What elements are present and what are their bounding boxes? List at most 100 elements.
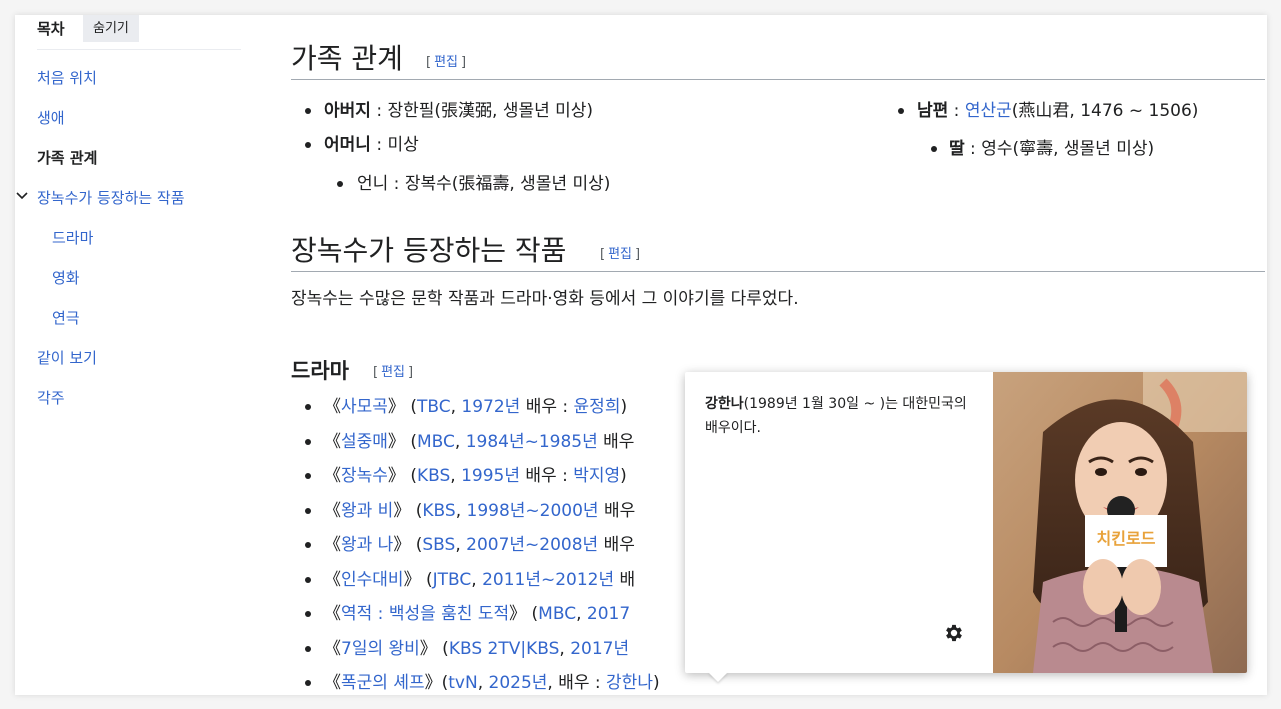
drama-year-link[interactable]: 2007년~2008년 (466, 535, 598, 555)
bullet (337, 181, 343, 187)
drama-network-link[interactable]: SBS (422, 535, 455, 555)
drama-title-link[interactable]: 폭군의 셰프 (341, 673, 425, 693)
drama-year-link[interactable]: 1972년 (461, 397, 520, 417)
edit-link[interactable]: 편집 (378, 365, 408, 380)
drama-list-item: 《인수대비》 (JTBC, 2011년~2012년 배 (324, 568, 635, 592)
drama-bracket-open: 《 (324, 570, 341, 590)
table-of-contents: 목차 숨기기 처음 위치 생애 가족 관계 장녹수가 등장하는 작품 드라마 영… (15, 15, 241, 695)
edit-link[interactable]: 편집 (605, 247, 635, 262)
drama-network-link[interactable]: tvN (448, 673, 477, 693)
drama-rest-text: 배우 (598, 501, 636, 521)
drama-actor-link[interactable]: 윤정희 (574, 397, 621, 417)
edit-link[interactable]: 편집 (431, 55, 461, 70)
toc-item-biography[interactable]: 생애 (37, 108, 65, 128)
toc-item-drama[interactable]: 드라마 (52, 228, 93, 248)
drama-bracket-open: 《 (324, 432, 341, 452)
drama-network-link[interactable]: KBS (422, 501, 455, 521)
link-yeonsangun[interactable]: 연산군 (965, 101, 1012, 121)
popup-summary: 강한나(1989년 1월 30일 ~ )는 대한민국의 배우이다. (705, 392, 975, 440)
drama-list-item: 《왕과 나》 (SBS, 2007년~2008년 배우 (324, 533, 635, 557)
drama-network-link[interactable]: TBC (417, 397, 451, 417)
drama-list-item: 《폭군의 셰프》(tvN, 2025년, 배우 : 강한나) (324, 671, 660, 695)
bullet (898, 108, 904, 114)
drama-year-link[interactable]: 1998년~2000년 (467, 501, 599, 521)
bullet (931, 146, 937, 152)
family-husband: 남편 : 연산군(燕山君, 1476 ~ 1506) (917, 101, 1199, 121)
gear-icon[interactable] (943, 622, 965, 644)
drama-year-link[interactable]: 2025년 (489, 673, 548, 693)
drama-bracket-open: 《 (324, 639, 341, 659)
drama-title-link[interactable]: 역적 : 백성을 훔친 도적 (341, 604, 509, 624)
drama-separator: , (450, 397, 462, 417)
drama-year-link[interactable]: 2017년 (570, 639, 629, 659)
drama-bracket-open: 《 (324, 466, 341, 486)
drama-year-link[interactable]: 1984년~1985년 (466, 432, 598, 452)
drama-bracket-close: 》 ( (387, 432, 417, 452)
bullet (305, 404, 311, 410)
drama-year-link[interactable]: 1995년 (461, 466, 520, 486)
drama-separator: , (455, 501, 467, 521)
drama-year-link[interactable]: 2017 (587, 604, 630, 624)
drama-list-item: 《7일의 왕비》 (KBS 2TV|KBS, 2017년 (324, 637, 629, 661)
drama-rest-text: 배우 : (520, 466, 574, 486)
heading-family: 가족 관계 [편집] (291, 35, 1265, 80)
drama-separator: , (559, 639, 571, 659)
drama-separator: , (471, 570, 483, 590)
bullet (305, 577, 311, 583)
drama-title-link[interactable]: 사모곡 (341, 397, 388, 417)
drama-actor-link[interactable]: 박지영 (573, 466, 620, 486)
drama-bracket-end: ) (652, 673, 660, 693)
toc-header: 목차 숨기기 (37, 15, 241, 50)
person-photo: 치킨로드 (993, 372, 1247, 673)
drama-separator: , (477, 673, 489, 693)
drama-rest-text: 배우 : (520, 397, 574, 417)
drama-title-link[interactable]: 왕과 나 (341, 535, 393, 555)
toc-item-theatre[interactable]: 연극 (52, 308, 80, 328)
drama-bracket-open: 《 (324, 535, 341, 555)
toc-item-footnotes[interactable]: 각주 (37, 388, 65, 408)
family-mother: 어머니 : 미상 (324, 135, 419, 155)
article-frame: 목차 숨기기 처음 위치 생애 가족 관계 장녹수가 등장하는 작품 드라마 영… (15, 15, 1267, 695)
popup-thumbnail[interactable]: 치킨로드 (993, 372, 1247, 673)
bullet (305, 508, 311, 514)
edit-section-works: [편집] (600, 247, 641, 262)
article-content: 가족 관계 [편집] 아버지 : 장한필(張漢弼, 생몰년 미상) 어머니 : … (291, 15, 1267, 695)
edit-section-drama: [편집] (373, 365, 414, 380)
drama-network-link[interactable]: KBS (417, 466, 450, 486)
drama-title-link[interactable]: 장녹수 (341, 466, 388, 486)
drama-network-link[interactable]: MBC (417, 432, 455, 452)
drama-bracket-end: ) (620, 466, 627, 486)
drama-network-link[interactable]: JTBC (433, 570, 472, 590)
drama-title-link[interactable]: 인수대비 (341, 570, 404, 590)
heading-drama: 드라마 (291, 359, 349, 383)
drama-network-link[interactable]: KBS 2TV|KBS (449, 639, 560, 659)
heading-works: 장녹수가 등장하는 작품 [편집] (291, 227, 1265, 272)
chevron-down-icon[interactable] (15, 189, 29, 203)
family-daughter: 딸 : 영수(寧壽, 생몰년 미상) (949, 139, 1155, 159)
toc-item-see-also[interactable]: 같이 보기 (37, 348, 97, 368)
toc-item-family[interactable]: 가족 관계 (37, 148, 97, 168)
drama-rest-text: , 배우 : (547, 673, 607, 693)
bullet (305, 680, 311, 686)
drama-bracket-close: 》 ( (393, 501, 423, 521)
drama-title-link[interactable]: 설중매 (341, 432, 388, 452)
drama-bracket-end: ) (620, 397, 628, 417)
page-preview-popup[interactable]: 강한나(1989년 1월 30일 ~ )는 대한민국의 배우이다. 치킨로드 (685, 372, 1247, 673)
toc-hide-button[interactable]: 숨기기 (83, 15, 139, 42)
toc-item-top[interactable]: 처음 위치 (37, 68, 97, 88)
mic-flag-logo: 치킨로드 (1097, 529, 1156, 548)
drama-list-item: 《설중매》 (MBC, 1984년~1985년 배우 (324, 430, 634, 454)
drama-bracket-close: 》 ( (393, 535, 423, 555)
drama-network-link[interactable]: MBC (538, 604, 576, 624)
drama-title-link[interactable]: 7일의 왕비 (341, 639, 420, 659)
drama-title-link[interactable]: 왕과 비 (341, 501, 393, 521)
drama-bracket-open: 《 (324, 397, 341, 417)
drama-separator: , (450, 466, 462, 486)
toc-item-works[interactable]: 장녹수가 등장하는 작품 (37, 188, 185, 208)
drama-bracket-close: 》 ( (403, 570, 433, 590)
bullet (305, 646, 311, 652)
drama-separator: , (576, 604, 587, 624)
toc-item-film[interactable]: 영화 (52, 268, 80, 288)
drama-year-link[interactable]: 2011년~2012년 (482, 570, 614, 590)
drama-actor-link[interactable]: 강한나 (606, 673, 653, 693)
